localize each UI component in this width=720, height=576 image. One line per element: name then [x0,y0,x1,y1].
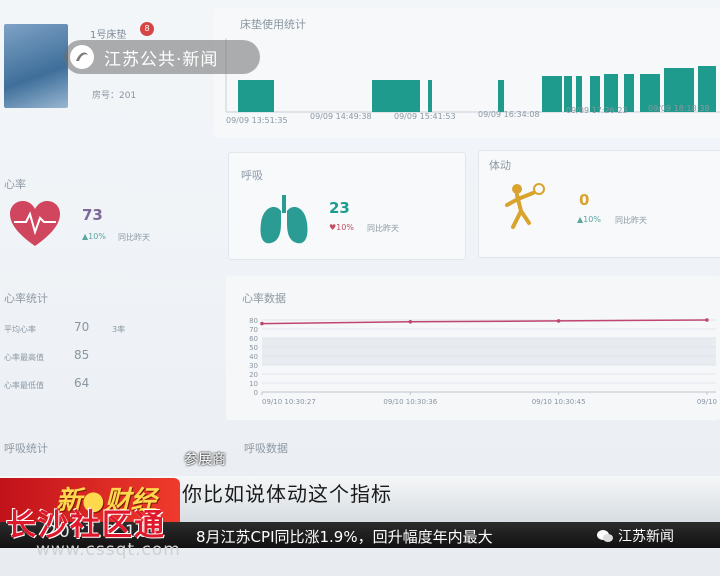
usage-time-5: 09/09 18:18:38 [648,104,710,113]
heart-icon [10,201,60,246]
stat-label: 心率最低值 [4,381,44,390]
x-tick-label: 09/10 10:30:45 [532,398,586,406]
alert-badge[interactable]: 8 [140,22,154,36]
y-tick-label: 80 [249,317,258,325]
heart-rate-line-chart: 01020304050607080 09/10 10:30:27 09/10 10:… [249,317,717,406]
breath-chart-title: 呼吸数据 [244,442,288,455]
y-tick-label: 40 [249,353,258,361]
ticker-text: 8月江苏CPI同比涨1.9%，回升幅度年内最大 [196,528,493,546]
heart-rate-point [260,321,264,326]
breath-value: 23 [329,199,350,217]
breath-title: 呼吸 [241,169,263,182]
usage-time-1: 09/09 14:49:38 [310,112,372,121]
heart-rate-title: 心率 [4,178,26,191]
movement-card: 体动 0 ▲10% 同比昨天 [478,150,720,258]
stat-value: 70 [74,320,90,334]
x-tick-label: 09/10 10:30:27 [262,398,316,406]
watermark-text: 长沙社区通 [6,508,166,543]
usage-time-4: 09/09 17:26:23 [566,106,628,115]
heart-rate-change: ▲10% [82,232,106,241]
usage-time-0: 09/09 13:51:35 [226,116,288,125]
breath-card: 呼吸 23 ♥10% 同比昨天 [228,152,466,260]
tennis-player-icon [505,183,545,229]
subtitle-text: 你比如说体动这个指标 [182,482,392,506]
heart-rate-card: 心率 73 ▲10% 同比昨天 [0,160,208,272]
station-name: 江苏公共·新闻 [104,49,219,70]
stat-label: 平均心率 [4,325,36,334]
breath-stats-title: 呼吸统计 [4,442,48,455]
y-tick-label: 30 [249,362,258,370]
heart-rate-point [408,320,413,324]
heart-rate-compare: 同比昨天 [118,233,150,242]
heart-rate-value: 73 [82,206,103,224]
watermark-url: www.cssqt.com [36,540,181,560]
movement-title: 体动 [489,159,511,172]
y-tick-label: 0 [254,389,258,397]
heart-chart-panel: 心率数据 0 10 20 30 40 50 60 70 80 09/10 10:30:27 09/1… [226,276,720,420]
y-tick-label: 10 [249,380,258,388]
heart-stats-title: 心率统计 [4,292,48,305]
stat-extra: 3率 [112,325,126,334]
wechat-icon [597,530,613,542]
stat-value: 85 [74,348,90,362]
usage-stats-panel: 床垫使用统计 09/09 13:51:35 09/09 14:49:38 09/… [214,8,720,138]
wechat-name: 江苏新闻 [618,529,674,545]
room-number: 房号：201 [92,91,137,101]
x-tick-label: 09/10 [697,398,717,406]
heart-rate-point [556,319,561,323]
wechat-account: 江苏新闻 [596,526,674,546]
bed-name: 1号床垫 [90,30,127,41]
y-tick-label: 20 [249,371,258,379]
stat-label: 心率最高值 [4,353,44,362]
movement-value: 0 [579,191,590,209]
y-tick-label: 70 [249,326,258,334]
bed-thumbnail [4,24,68,108]
breath-compare: 同比昨天 [367,224,399,233]
normal-range-band [262,338,716,365]
y-tick-label: 50 [249,344,258,352]
usage-time-3: 09/09 16:34:08 [478,110,540,119]
presenter-label: 参展商 [184,452,226,468]
movement-compare: 同比昨天 [615,216,647,225]
y-tick-label: 60 [249,335,258,343]
stat-value: 64 [74,376,90,390]
station-logo: 江苏公共·新闻 [64,40,260,74]
heart-rate-point [705,318,709,322]
lungs-icon [260,195,308,244]
breath-change: ♥10% [329,223,354,232]
usage-time-2: 09/09 15:41:53 [394,112,456,121]
x-tick-label: 09/10 10:30:36 [383,398,437,406]
heart-stats-panel: 心率统计 平均心率 70 3率 心率最高值 85 心率最低值 64 [0,280,206,420]
usage-timeline [225,38,720,113]
heart-rate-series-line [261,319,707,325]
jiangsu-tv-icon [70,45,94,69]
movement-change: ▲10% [577,215,601,224]
